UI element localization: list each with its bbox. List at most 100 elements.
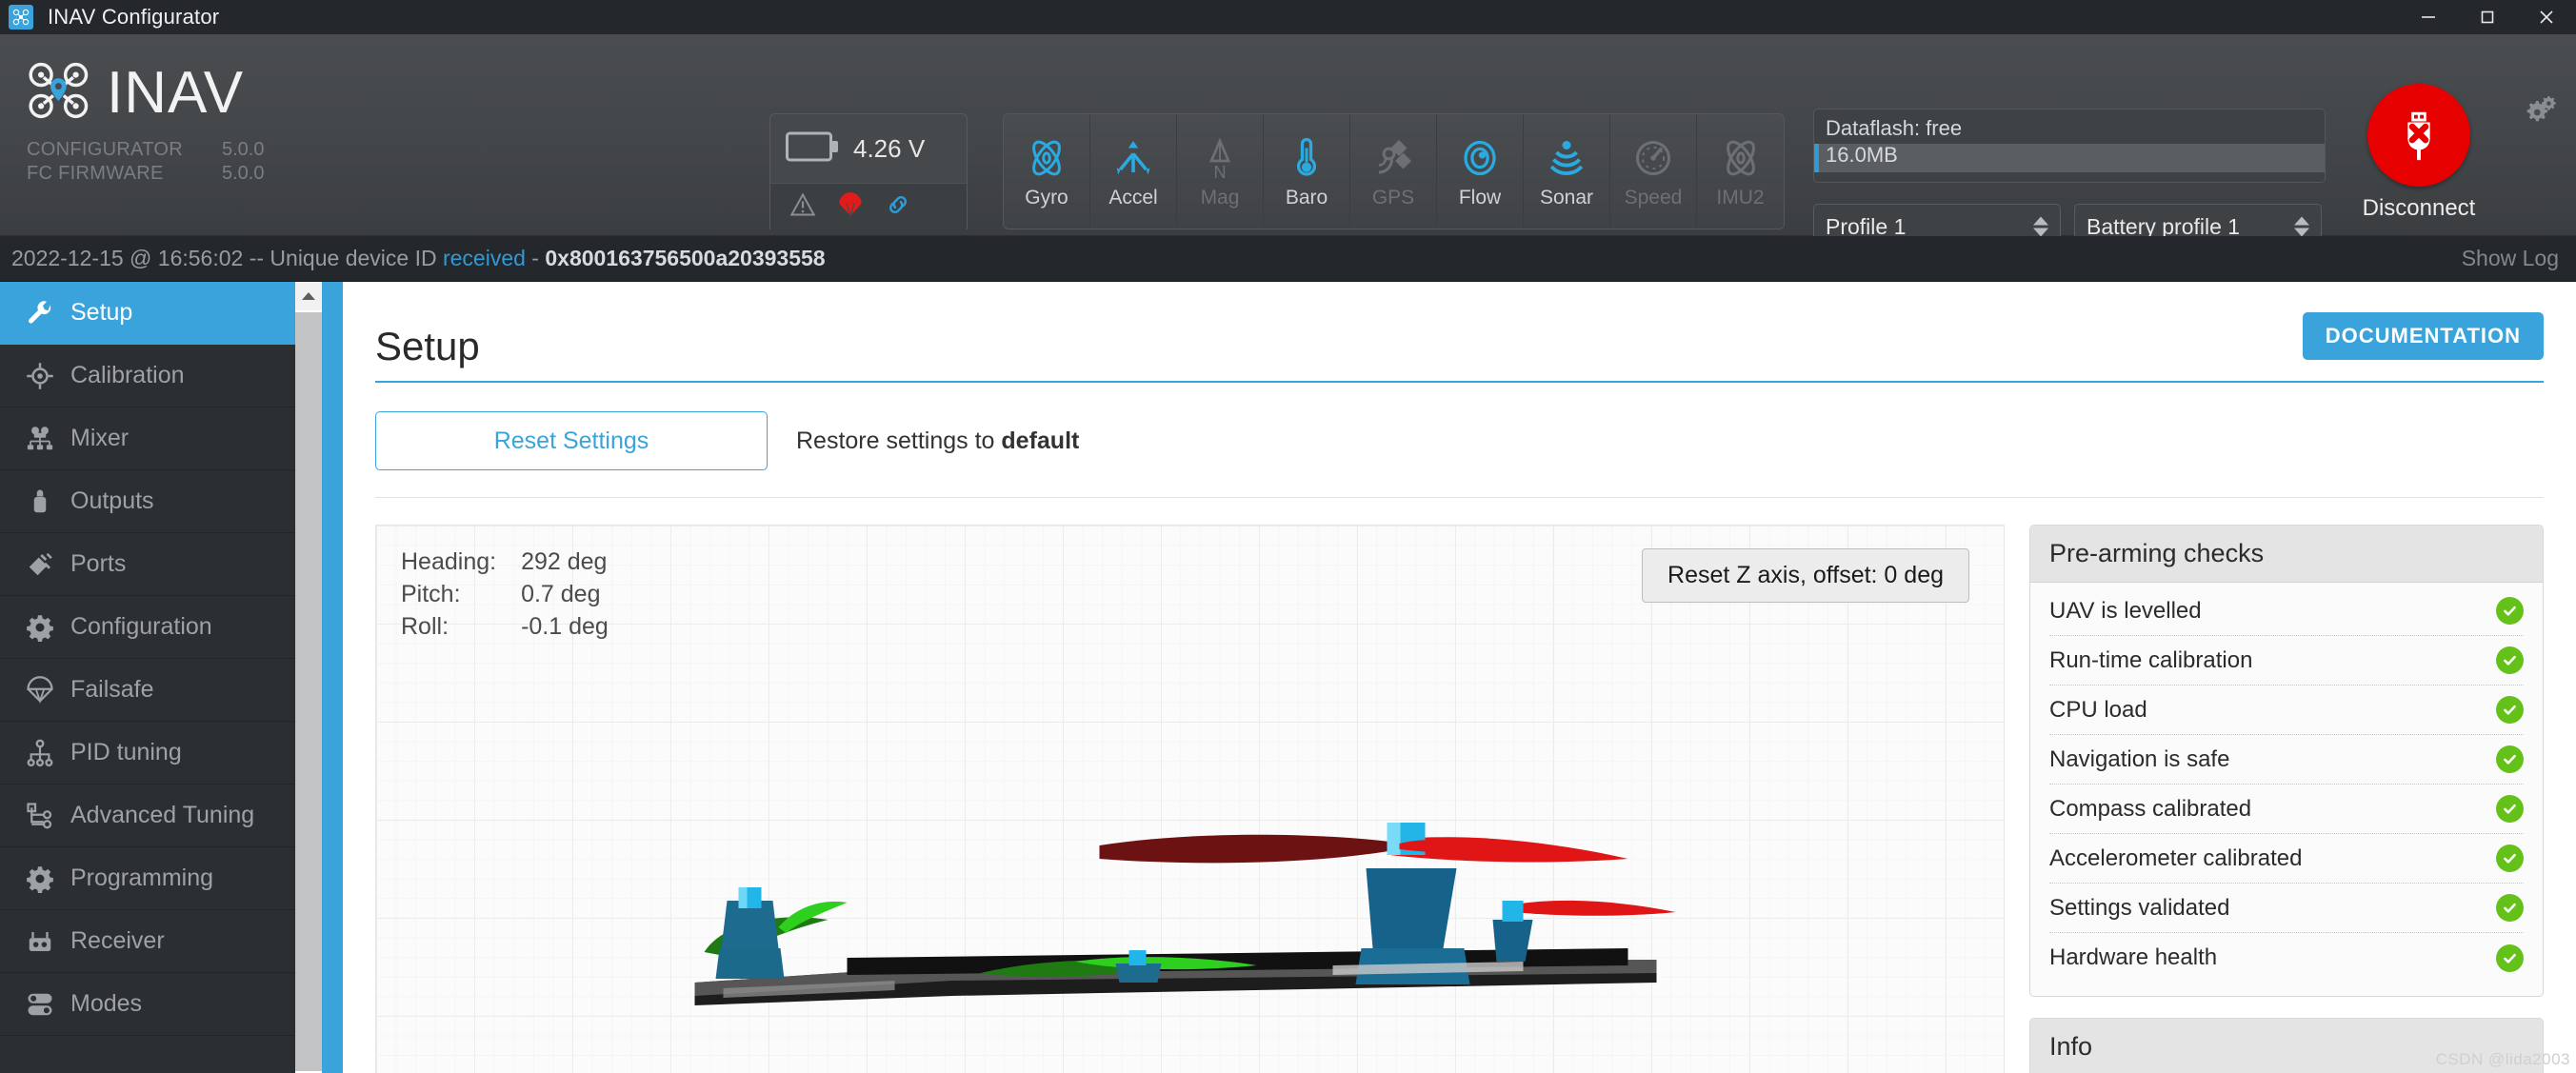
disconnect-button[interactable]: Disconnect: [2338, 84, 2500, 222]
gear-icon[interactable]: [2521, 93, 2559, 132]
parachute-icon: [21, 675, 59, 705]
sidebar-scrollbar[interactable]: [295, 282, 322, 1073]
sidebar-item-label: Mixer: [70, 425, 130, 451]
status-badge-ok: [2496, 745, 2524, 773]
prearming-checks-card: Pre-arming checks UAV is levelled Run-ti…: [2029, 525, 2544, 997]
sensor-flow: Flow: [1437, 114, 1524, 229]
sidebar-item-failsafe[interactable]: Failsafe: [0, 659, 343, 722]
check-label: Hardware health: [2049, 944, 2218, 970]
sidebar-item-modes[interactable]: Modes: [0, 973, 343, 1036]
check-label: CPU load: [2049, 696, 2147, 723]
svg-text:N: N: [1214, 163, 1227, 181]
sidebar-item-receiver[interactable]: Receiver: [0, 910, 343, 973]
sidebar-item-pid-tuning[interactable]: PID tuning: [0, 722, 343, 785]
gear-icon: [21, 864, 59, 893]
status-badge-ok: [2496, 646, 2524, 674]
speed-icon: [1630, 133, 1676, 183]
crosshair-icon: [21, 362, 59, 390]
body: Setup Calibration Mixer Outputs Ports Co…: [0, 282, 2576, 1073]
maximize-icon[interactable]: [2458, 0, 2517, 34]
prearming-check-row: Run-time calibration: [2049, 636, 2524, 686]
show-log-button[interactable]: Show Log: [2462, 246, 2559, 271]
sensor-label: Mag: [1200, 187, 1240, 209]
configurator-label: CONFIGURATOR: [27, 139, 183, 160]
baro-icon: [1284, 133, 1329, 183]
outputs-icon: [21, 487, 59, 516]
prearming-check-row: Accelerometer calibrated: [2049, 834, 2524, 884]
plug-icon: [21, 550, 59, 579]
sensor-label: GPS: [1371, 187, 1415, 209]
check-label: Compass calibrated: [2049, 795, 2252, 822]
sidebar-item-label: Ports: [70, 550, 127, 577]
status-highlight: received: [442, 246, 526, 270]
sidebar-item-calibration[interactable]: Calibration: [0, 345, 343, 407]
firmware-label: FC FIRMWARE: [27, 163, 164, 184]
minimize-icon[interactable]: [2399, 0, 2458, 34]
reset-settings-row: Reset Settings Restore settings to defau…: [375, 411, 2544, 498]
documentation-button[interactable]: DOCUMENTATION: [2302, 312, 2544, 360]
sensor-gyro: Gyro: [1004, 114, 1090, 229]
reset-desc-prefix: Restore settings to: [796, 427, 1002, 454]
prearming-check-row: CPU load: [2049, 686, 2524, 735]
sonar-icon: [1544, 133, 1589, 183]
prearming-check-row: Settings validated: [2049, 884, 2524, 933]
mixer-icon: [21, 425, 59, 453]
status-dash: -: [531, 246, 539, 270]
status-badge-ok: [2496, 597, 2524, 625]
gyro-icon: [1024, 133, 1069, 183]
title-bar: INAV Configurator: [0, 0, 2576, 34]
usb-disconnect-icon: [2367, 84, 2470, 187]
sidebar-item-ports[interactable]: Ports: [0, 533, 343, 596]
sensor-label: Sonar: [1539, 187, 1594, 209]
dataflash-label: Dataflash: free: [1826, 116, 1963, 140]
version-block: CONFIGURATOR 5.0.0 FC FIRMWARE 5.0.0: [27, 138, 369, 186]
sensor-status-bar: Gyro Accel N Mag Baro GPS Flow Sonar Spe…: [1003, 113, 1785, 229]
top-toolbar: INAV CONFIGURATOR 5.0.0 FC FIRMWARE 5.0.…: [0, 34, 2576, 249]
sidebar-item-configuration[interactable]: Configuration: [0, 596, 343, 659]
sidebar-item-label: Receiver: [70, 927, 165, 954]
check-label: Run-time calibration: [2049, 646, 2253, 673]
scroll-up-arrow[interactable]: [295, 282, 322, 310]
wrench-icon: [21, 299, 59, 328]
sensor-accel: Accel: [1090, 114, 1177, 229]
sensor-mag: N Mag: [1177, 114, 1264, 229]
reset-z-axis-button[interactable]: Reset Z axis, offset: 0 deg: [1642, 548, 1969, 603]
sensor-label: Gyro: [1025, 187, 1068, 209]
check-label: UAV is levelled: [2049, 597, 2202, 624]
reset-settings-button[interactable]: Reset Settings: [375, 411, 768, 470]
scrollbar-thumb[interactable]: [295, 312, 322, 1071]
hierarchy-icon: [21, 739, 59, 767]
brand-name: INAV: [107, 59, 245, 126]
prearming-title: Pre-arming checks: [2030, 526, 2543, 583]
sidebar-item-mixer[interactable]: Mixer: [0, 407, 343, 470]
sidebar-item-label: Failsafe: [70, 676, 154, 703]
watermark: CSDN @lida2003: [2435, 1050, 2570, 1068]
status-timestamp: 2022-12-15 @ 16:56:02: [11, 246, 244, 270]
model-viewport[interactable]: Heading: 292 deg Pitch: 0.7 deg Roll: -0…: [375, 525, 2005, 1073]
prearming-check-row: Hardware health: [2049, 933, 2524, 983]
check-label: Accelerometer calibrated: [2049, 844, 2303, 871]
sensor-label: Baro: [1285, 187, 1328, 209]
prearming-list: UAV is levelled Run-time calibration CPU…: [2030, 583, 2543, 996]
title-divider: [375, 381, 2544, 383]
battery-panel: 4.26 V: [769, 113, 968, 229]
parachute-icon: [837, 191, 864, 223]
sidebar-item-setup[interactable]: Setup: [0, 282, 343, 345]
battery-flags: [770, 183, 967, 229]
battery-voltage: 4.26 V: [853, 133, 926, 163]
sidebar-item-outputs[interactable]: Outputs: [0, 470, 343, 533]
status-bar: 2022-12-15 @ 16:56:02 -- Unique device I…: [0, 236, 2576, 282]
link-icon: [885, 191, 911, 223]
sidebar-item-programming[interactable]: Programming: [0, 847, 343, 910]
pitch-label: Pitch:: [401, 580, 461, 607]
sidebar-item-label: Configuration: [70, 613, 212, 640]
configurator-version: 5.0.0: [222, 139, 265, 160]
gear-icon: [21, 613, 59, 642]
sensor-sonar: Sonar: [1524, 114, 1610, 229]
window-title: INAV Configurator: [48, 5, 220, 29]
firmware-version: 5.0.0: [222, 163, 265, 184]
sidebar-item-advanced-tuning[interactable]: Advanced Tuning: [0, 785, 343, 847]
chevron-updown-icon: [2033, 216, 2048, 237]
close-icon[interactable]: [2517, 0, 2576, 34]
status-badge-ok: [2496, 944, 2524, 972]
